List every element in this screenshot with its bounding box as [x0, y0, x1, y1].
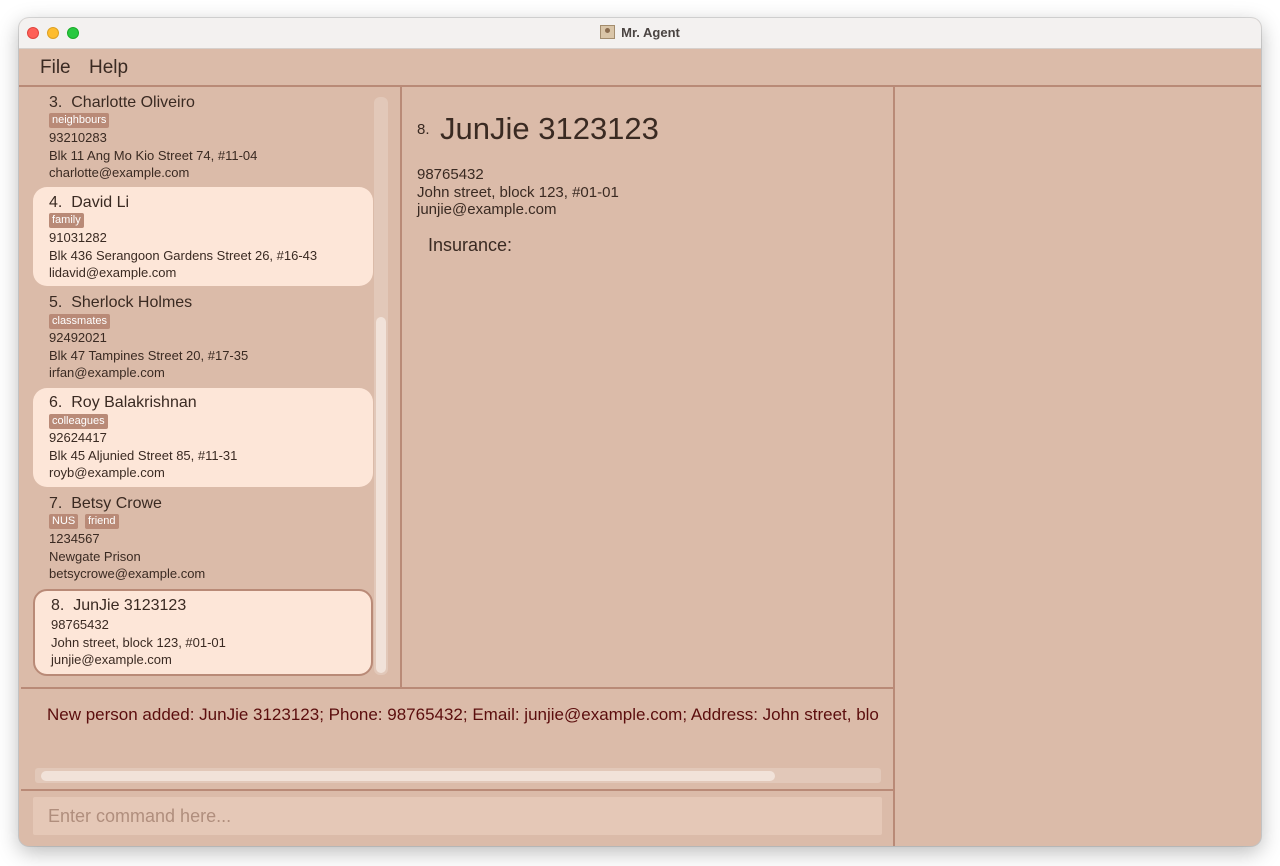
app-icon	[600, 25, 616, 39]
person-card[interactable]: 7. Betsy Crowe NUS friend 1234567 Newgat…	[33, 488, 373, 588]
result-scrollbar-thumb[interactable]	[41, 771, 775, 781]
app-window: Mr. Agent File Help 3. Charlotte Oliveir…	[19, 18, 1261, 846]
person-tag: family	[49, 213, 84, 228]
person-address: Blk 436 Serangoon Gardens Street 26, #16…	[49, 248, 318, 263]
person-email: irfan@example.com	[49, 365, 165, 380]
person-email: lidavid@example.com	[49, 265, 177, 280]
person-tag: NUS	[49, 514, 79, 529]
person-index: 4.	[49, 194, 63, 211]
person-name: Betsy Crowe	[71, 495, 162, 512]
person-name-line: 5. Sherlock Holmes	[49, 294, 192, 312]
person-name: Roy Balakrishnan	[71, 394, 197, 411]
person-name: David Li	[71, 194, 130, 211]
person-name: JunJie 3123123	[73, 597, 187, 614]
person-email: charlotte@example.com	[49, 165, 190, 180]
menu-file[interactable]: File	[40, 57, 71, 79]
title-bar: Mr. Agent	[19, 18, 1261, 49]
person-name: Charlotte Oliveiro	[71, 94, 195, 111]
person-detail-panel: 8. JunJie 3123123 98765432 John street, …	[402, 87, 893, 687]
list-scrollbar-thumb[interactable]	[376, 317, 386, 673]
person-tag: classmates	[49, 314, 111, 329]
person-card-selected[interactable]: 8. JunJie 3123123 98765432 John street, …	[33, 589, 373, 676]
divider	[893, 87, 895, 846]
person-name-line: 4. David Li	[49, 194, 129, 212]
person-phone: 92492021	[49, 330, 107, 345]
result-text: New person added: JunJie 3123123; Phone:…	[47, 705, 879, 724]
person-tag: colleagues	[49, 414, 108, 429]
person-address: John street, block 123, #01-01	[51, 635, 226, 650]
result-display[interactable]: New person added: JunJie 3123123; Phone:…	[21, 687, 893, 791]
person-list[interactable]: 3. Charlotte Oliveiro neighbours 9321028…	[19, 87, 400, 687]
menu-help[interactable]: Help	[89, 57, 128, 79]
person-email: junjie@example.com	[51, 652, 172, 667]
person-index: 3.	[49, 94, 63, 111]
person-phone: 92624417	[49, 430, 107, 445]
person-name-line: 7. Betsy Crowe	[49, 495, 162, 513]
person-index: 6.	[49, 394, 63, 411]
person-card[interactable]: 6. Roy Balakrishnan colleagues 92624417 …	[33, 388, 373, 487]
person-index: 7.	[49, 495, 63, 512]
person-address: Blk 11 Ang Mo Kio Street 74, #11-04	[49, 148, 258, 163]
command-box	[21, 791, 893, 846]
person-name: Sherlock Holmes	[71, 294, 193, 311]
person-tag: neighbours	[49, 113, 110, 128]
person-phone: 1234567	[49, 531, 100, 546]
person-card[interactable]: 3. Charlotte Oliveiro neighbours 9321028…	[33, 86, 373, 186]
person-email: royb@example.com	[49, 465, 165, 480]
person-card[interactable]: 5. Sherlock Holmes classmates 92492021 B…	[33, 287, 373, 387]
person-address: Blk 45 Aljunied Street 85, #11-31	[49, 448, 238, 463]
person-phone: 98765432	[51, 617, 109, 632]
window-title: Mr. Agent	[621, 25, 680, 40]
person-tag: friend	[85, 514, 119, 529]
person-phone: 91031282	[49, 230, 107, 245]
detail-email: junjie@example.com	[417, 201, 557, 218]
person-index: 5.	[49, 294, 63, 311]
menu-bar: File Help	[19, 48, 1261, 87]
person-name-line: 3. Charlotte Oliveiro	[49, 94, 195, 112]
window-title-group: Mr. Agent	[19, 25, 1261, 40]
person-address: Newgate Prison	[49, 549, 141, 564]
person-name-line: 6. Roy Balakrishnan	[49, 394, 197, 412]
person-card[interactable]: 4. David Li family 91031282 Blk 436 Sera…	[33, 187, 373, 286]
person-index: 8.	[51, 597, 65, 614]
detail-insurance-label: Insurance:	[428, 235, 513, 255]
person-phone: 93210283	[49, 130, 107, 145]
detail-phone: 98765432	[417, 166, 484, 183]
person-name-line: 8. JunJie 3123123	[51, 597, 186, 615]
detail-index: 8.	[417, 121, 430, 138]
person-email: betsycrowe@example.com	[49, 566, 206, 581]
detail-address: John street, block 123, #01-01	[417, 184, 619, 201]
command-input[interactable]	[33, 797, 882, 835]
detail-name: JunJie 3123123	[440, 111, 659, 146]
person-address: Blk 47 Tampines Street 20, #17-35	[49, 348, 249, 363]
